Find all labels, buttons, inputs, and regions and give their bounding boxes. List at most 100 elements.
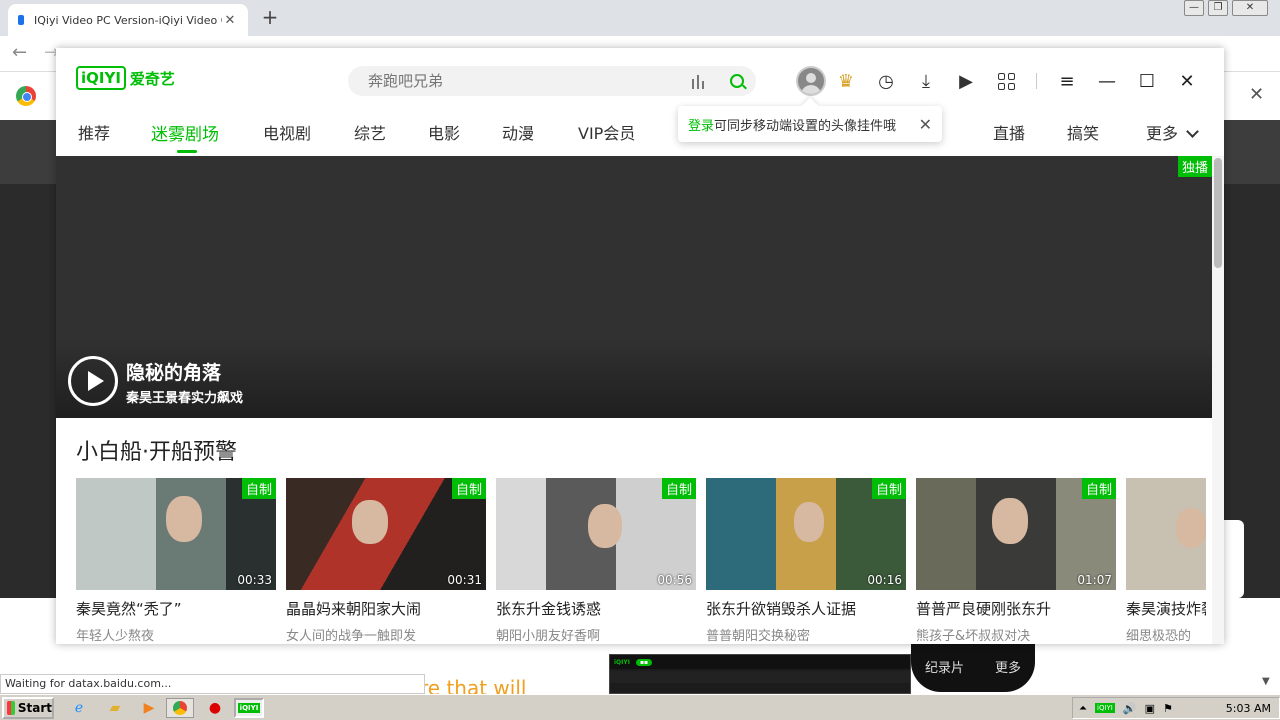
- flag-icon[interactable]: ⚑: [1163, 702, 1173, 715]
- video-title[interactable]: 秦昊演技炸裂: [1126, 598, 1206, 619]
- video-title[interactable]: 张东升金钱诱惑: [496, 598, 696, 619]
- logo-text: 爱奇艺: [129, 69, 175, 88]
- thumbnail-figure: [352, 500, 388, 544]
- mini-tab: ▪▪: [635, 658, 653, 666]
- tooltip-login-link[interactable]: 登录: [688, 115, 714, 134]
- tooltip-close-icon[interactable]: ✕: [919, 115, 932, 134]
- start-button[interactable]: Start: [2, 697, 54, 719]
- nav-item-anime[interactable]: 动漫: [502, 120, 534, 144]
- hero-title[interactable]: 隐秘的角落: [126, 358, 221, 385]
- nav-item-variety[interactable]: 综艺: [354, 120, 386, 144]
- header-icons: ♛ ◷ ⤓ ▶ ≡ — ☐ ✕: [796, 66, 1207, 96]
- video-thumbnail[interactable]: 自制 01:07: [916, 478, 1116, 590]
- video-duration: 00:16: [867, 573, 902, 587]
- tray-clock[interactable]: 5:03 AM: [1226, 702, 1271, 715]
- tab-close-icon[interactable]: ✕: [222, 13, 238, 28]
- video-subtitle: 熊孩子&坏叔叔对决: [916, 629, 1031, 644]
- volume-icon[interactable]: 🔊: [1123, 702, 1137, 715]
- scrollbar-thumb[interactable]: [1214, 158, 1222, 268]
- chevron-down-icon: [1186, 125, 1199, 138]
- iqiyi-logo[interactable]: iQIYI 爱奇艺: [76, 66, 175, 90]
- video-title[interactable]: 普普严良硬刚张东升: [916, 598, 1116, 619]
- nav-item-vip[interactable]: VIP会员: [578, 120, 635, 144]
- video-card[interactable]: 自制 00:31 晶晶妈来朝阳家大闹 女人间的战争一触即发: [286, 478, 486, 644]
- hot-list-icon[interactable]: [692, 73, 712, 89]
- mini-pill-left[interactable]: 纪录片: [925, 657, 964, 676]
- video-subtitle: 朝阳小朋友好香啊: [496, 629, 601, 644]
- folder-icon[interactable]: ▰: [102, 698, 128, 718]
- play-icon[interactable]: [68, 356, 118, 406]
- browser-status-bar: Waiting for datax.baidu.com...: [0, 674, 425, 694]
- browser-close-button[interactable]: ✕: [1232, 0, 1268, 16]
- hero-banner[interactable]: 独播 隐秘的角落 秦昊王景春实力飙戏: [56, 156, 1212, 418]
- nav-item-live[interactable]: 直播: [993, 120, 1025, 144]
- nav-item-more[interactable]: 更多: [1146, 120, 1199, 144]
- chrome-taskbar-icon[interactable]: [166, 698, 194, 718]
- nav-item-movie[interactable]: 电影: [428, 120, 460, 144]
- original-badge: 自制: [871, 478, 906, 499]
- vip-crown-icon[interactable]: ♛: [826, 66, 866, 96]
- video-duration: 01:07: [1077, 573, 1112, 587]
- infobar-close-icon[interactable]: ✕: [1249, 84, 1264, 105]
- mini-pill-right[interactable]: 更多: [995, 657, 1021, 676]
- video-subtitle: 普普朝阳交换秘密: [706, 629, 811, 644]
- video-card[interactable]: 自制 01:07 普普严良硬刚张东升 熊孩子&坏叔叔对决: [916, 478, 1116, 644]
- minimize-icon[interactable]: —: [1087, 66, 1127, 96]
- maximize-icon[interactable]: ☐: [1127, 66, 1167, 96]
- video-card[interactable]: 自制 00:56 张东升金钱诱惑 朝阳小朋友好香啊: [496, 478, 696, 644]
- iqiyi-taskbar-icon[interactable]: iQIYI: [234, 698, 264, 718]
- nav-item-recommend[interactable]: 推荐: [78, 120, 110, 144]
- play-record-icon[interactable]: ▶: [946, 66, 986, 96]
- tray-expand-icon[interactable]: ⏶: [1079, 703, 1087, 714]
- video-card[interactable]: 自制 00:33 秦昊竟然“秃了” 年轻人少熬夜: [76, 478, 276, 644]
- video-card-list: 自制 00:33 秦昊竟然“秃了” 年轻人少熬夜 自制 00:31 晶晶妈来朝阳…: [76, 478, 1206, 644]
- nav-item-tv[interactable]: 电视剧: [263, 120, 311, 144]
- mini-logo: iQIYI: [614, 658, 630, 666]
- apps-grid-icon[interactable]: [986, 66, 1026, 96]
- browser-restore-button[interactable]: ❐: [1208, 0, 1228, 16]
- ie-icon[interactable]: ℯ: [66, 698, 92, 718]
- video-thumbnail[interactable]: 自制 00:56: [496, 478, 696, 590]
- browser-tab-bar: IQiyi Video PC Version-iQiyi Video Of ✕ …: [0, 0, 1280, 36]
- media-player-icon[interactable]: ▶: [136, 698, 162, 718]
- close-icon[interactable]: ✕: [1167, 66, 1207, 96]
- app-scrollbar[interactable]: [1212, 156, 1224, 644]
- download-icon[interactable]: ⤓: [906, 66, 946, 96]
- scroll-down-icon[interactable]: ▼: [1262, 676, 1270, 687]
- original-badge: 自制: [241, 478, 276, 499]
- new-tab-button[interactable]: +: [258, 6, 282, 30]
- thumbnail-figure: [1176, 508, 1206, 548]
- browser-minimize-button[interactable]: —: [1184, 0, 1204, 16]
- history-icon[interactable]: ◷: [866, 66, 906, 96]
- menu-icon[interactable]: ≡: [1047, 66, 1087, 96]
- video-title[interactable]: 晶晶妈来朝阳家大闹: [286, 598, 486, 619]
- video-thumbnail[interactable]: 自制 00:33: [76, 478, 276, 590]
- nav-item-mist-theater[interactable]: 迷雾剧场: [151, 120, 219, 153]
- video-title[interactable]: 秦昊竟然“秃了”: [76, 598, 276, 619]
- nav-item-funny[interactable]: 搞笑: [1067, 120, 1099, 144]
- tooltip-text: 可同步移动端设置的头像挂件哦: [714, 118, 897, 134]
- video-title[interactable]: 张东升欲销毁杀人证据: [706, 598, 906, 619]
- video-duration: 00:31: [447, 573, 482, 587]
- section-title[interactable]: 小白船·开船预警: [76, 434, 237, 466]
- tab-title: IQiyi Video PC Version-iQiyi Video Of: [34, 13, 222, 27]
- tray-iqiyi-icon[interactable]: iQIYI: [1095, 703, 1115, 713]
- video-card[interactable]: 秦昊演技炸裂 细思极恐的: [1126, 478, 1206, 644]
- video-thumbnail[interactable]: 自制 00:16: [706, 478, 906, 590]
- back-arrow-icon[interactable]: ←: [12, 42, 27, 63]
- search-bar: [348, 66, 756, 96]
- search-icon[interactable]: [730, 74, 744, 88]
- user-avatar-icon[interactable]: [796, 66, 826, 96]
- opera-icon[interactable]: ●: [202, 698, 228, 718]
- login-tooltip: 登录 可同步移动端设置的头像挂件哦 ✕: [678, 106, 942, 142]
- windows-taskbar: Start ℯ ▰ ▶ ● iQIYI ⏶ iQIYI 🔊 ▣ ⚑ 5:03 A…: [0, 694, 1280, 720]
- network-icon[interactable]: ▣: [1145, 702, 1155, 715]
- browser-tab[interactable]: IQiyi Video PC Version-iQiyi Video Of ✕: [8, 4, 248, 36]
- thumbnail-figure: [992, 498, 1028, 544]
- video-thumbnail[interactable]: [1126, 478, 1206, 590]
- video-card[interactable]: 自制 00:16 张东升欲销毁杀人证据 普普朝阳交换秘密: [706, 478, 906, 644]
- video-thumbnail[interactable]: 自制 00:31: [286, 478, 486, 590]
- video-duration: 00:33: [237, 573, 272, 587]
- search-input[interactable]: [368, 72, 692, 90]
- tab-favicon-icon: [18, 15, 24, 25]
